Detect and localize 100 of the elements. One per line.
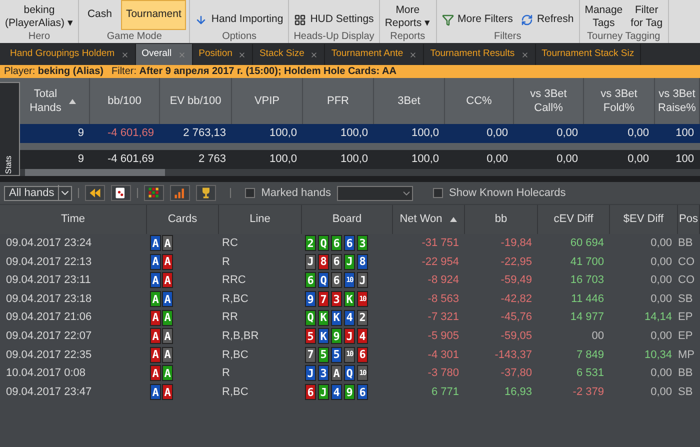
column-header[interactable]: Time xyxy=(0,205,147,234)
menu-button[interactable]: More Reports ▾ xyxy=(382,4,432,30)
column-header[interactable]: $EV Diff xyxy=(610,205,678,234)
playing-card: 6 xyxy=(344,235,355,252)
column-header[interactable]: Cards xyxy=(147,205,219,234)
column-header[interactable]: bb xyxy=(465,205,538,234)
hand-row[interactable]: 09.04.2017 22:13 A A R J 8 6 J 8 -22 954 -22,95 41 700 0,00 CO xyxy=(0,252,700,272)
horizontal-scrollbar[interactable] xyxy=(17,169,700,176)
menu-button[interactable]: beking (PlayerAlias) ▾ xyxy=(3,4,76,30)
table-cell-text: -8 563 xyxy=(426,292,460,307)
close-icon[interactable] xyxy=(120,50,129,58)
table-cell-text: 100,0 xyxy=(268,126,298,142)
table-cell-text: 41 700 xyxy=(569,254,605,270)
playing-card: A xyxy=(150,254,161,270)
table-cell-text: -143,37 xyxy=(494,348,533,363)
playing-card: 7 xyxy=(305,346,316,363)
table-cell-text: -8 924 xyxy=(426,273,460,288)
hand-row[interactable]: 09.04.2017 21:06 A A RR Q K K 4 2 -7 321 -45,76 14 977 14,14 EP xyxy=(0,308,700,327)
table-cell-text: 7 849 xyxy=(575,348,605,363)
playing-card: 4 xyxy=(331,384,342,400)
report-tab[interactable]: Position xyxy=(192,44,254,65)
funnel-icon xyxy=(442,14,454,26)
playing-card: A xyxy=(150,272,161,288)
mode-toggle[interactable]: Tournament xyxy=(120,0,186,30)
group-label: Filters xyxy=(492,30,522,43)
close-icon[interactable] xyxy=(520,50,529,58)
checkbox-label: Show Known Holecards xyxy=(448,186,566,201)
ribbon-button[interactable]: Hand Importing xyxy=(193,12,286,28)
group-label: Reports xyxy=(389,30,426,43)
hand-row[interactable]: 09.04.2017 23:47 A A R,BC 6 J 4 9 6 6 771 16,93 -2 379 0,00 SB xyxy=(0,382,700,402)
column-header[interactable]: Pos xyxy=(678,205,700,234)
playing-card: Q xyxy=(318,272,329,288)
playing-card: 6 xyxy=(357,384,368,400)
color-grid-icon[interactable] xyxy=(144,185,164,201)
checkbox-label: Marked hands xyxy=(261,186,331,201)
table-cell-text: R xyxy=(221,366,231,382)
rewind-icon[interactable] xyxy=(85,185,106,201)
checkbox[interactable] xyxy=(432,188,443,198)
playing-card: Q xyxy=(344,365,355,382)
playing-card: J xyxy=(344,328,355,344)
report-tab[interactable]: Overall xyxy=(136,44,193,65)
playing-card: A xyxy=(150,235,161,252)
ribbon-button[interactable]: Refresh xyxy=(518,12,576,28)
hand-row[interactable]: 09.04.2017 22:07 A A R,B,BR 5 K 9 J 4 -5 905 -59,05 00 0,00 EP xyxy=(0,326,700,346)
playing-card: 9 xyxy=(344,384,355,400)
ribbon-button[interactable]: Filter for Tag xyxy=(628,4,665,30)
playing-card: 4 xyxy=(344,310,355,326)
stats-row[interactable]: 9 -4 601,69 2 763,13 100,0 100,0 100,0 0,00 0,00 0,00 100 xyxy=(17,124,700,143)
column-header[interactable]: Board xyxy=(302,205,393,234)
close-icon[interactable] xyxy=(310,50,318,58)
bar-chart-icon[interactable] xyxy=(170,185,190,201)
column-header[interactable]: Line xyxy=(219,205,302,234)
table-cell-text: -4 601,69 xyxy=(106,126,155,142)
ribbon-button[interactable]: HUD Settings xyxy=(292,12,376,28)
table-cell-text: 100,0 xyxy=(339,126,369,142)
playing-card: K xyxy=(318,328,329,344)
close-icon[interactable] xyxy=(409,50,418,58)
playing-card: 6 xyxy=(305,384,316,400)
hand-row[interactable]: 09.04.2017 23:24 A A RC 2 Q 6 6 3 -31 751 -19,84 60 694 0,00 BB xyxy=(0,234,700,253)
table-cell-text: RR xyxy=(221,310,239,326)
table-cell-text: 09.04.2017 23:47 xyxy=(5,384,93,400)
stats-side-tab[interactable]: Stats xyxy=(0,82,20,176)
stats-row[interactable]: 9 -4 601,69 2 763 100,0 100,0 100,0 0,00 0,00 0,00 100 xyxy=(17,150,700,169)
table-cell-text: BB xyxy=(678,366,694,382)
table-cell-text: 0,00 xyxy=(556,152,579,168)
trophy-icon[interactable] xyxy=(196,185,216,201)
column-header[interactable]: Net Won xyxy=(393,205,465,234)
table-cell-text: 0,00 xyxy=(650,292,673,307)
table-cell-text: 6 771 xyxy=(430,384,460,400)
table-cell-text: 09.04.2017 23:24 xyxy=(5,236,93,252)
playing-card: J xyxy=(318,384,329,400)
playing-card: 5 xyxy=(305,328,316,344)
table-cell-text: 100,0 xyxy=(410,126,440,142)
table-cell-text: R xyxy=(221,254,231,270)
playing-card: 6 xyxy=(331,254,342,270)
mode-toggle[interactable]: Cash xyxy=(82,0,117,30)
table-cell-text: 0,00 xyxy=(650,236,673,252)
playing-card: K xyxy=(344,291,355,308)
checkbox[interactable] xyxy=(245,188,256,198)
table-cell-text: 9 xyxy=(76,152,85,168)
hands-dropdown[interactable]: All hands xyxy=(4,186,72,200)
table-cell-text: R,BC xyxy=(221,292,250,307)
ribbon-button[interactable]: More Filters xyxy=(440,12,515,28)
table-cell-text: 6 531 xyxy=(575,366,605,382)
marked-hands-dropdown[interactable] xyxy=(336,186,413,200)
close-icon[interactable] xyxy=(238,50,246,58)
table-cell-text: -4 301 xyxy=(426,348,460,363)
playing-card: A xyxy=(162,291,173,308)
table-cell-text: 0,00 xyxy=(650,329,673,344)
ribbon-button[interactable]: Manage Tags xyxy=(582,4,625,30)
table-cell-text: 0,00 xyxy=(556,126,579,142)
table-cell-text: R,BC xyxy=(221,384,250,400)
column-header[interactable]: cEV Diff xyxy=(538,205,610,234)
sort-arrow-icon xyxy=(450,217,458,222)
table-cell-text: 0,00 xyxy=(626,126,650,142)
playing-card: A xyxy=(150,328,161,344)
report-tab[interactable]: Tournament Stack Siz xyxy=(536,44,642,65)
refresh-icon xyxy=(520,14,533,26)
table-cell-text: -59,49 xyxy=(500,273,533,288)
table-cell-text: RC xyxy=(221,236,239,252)
